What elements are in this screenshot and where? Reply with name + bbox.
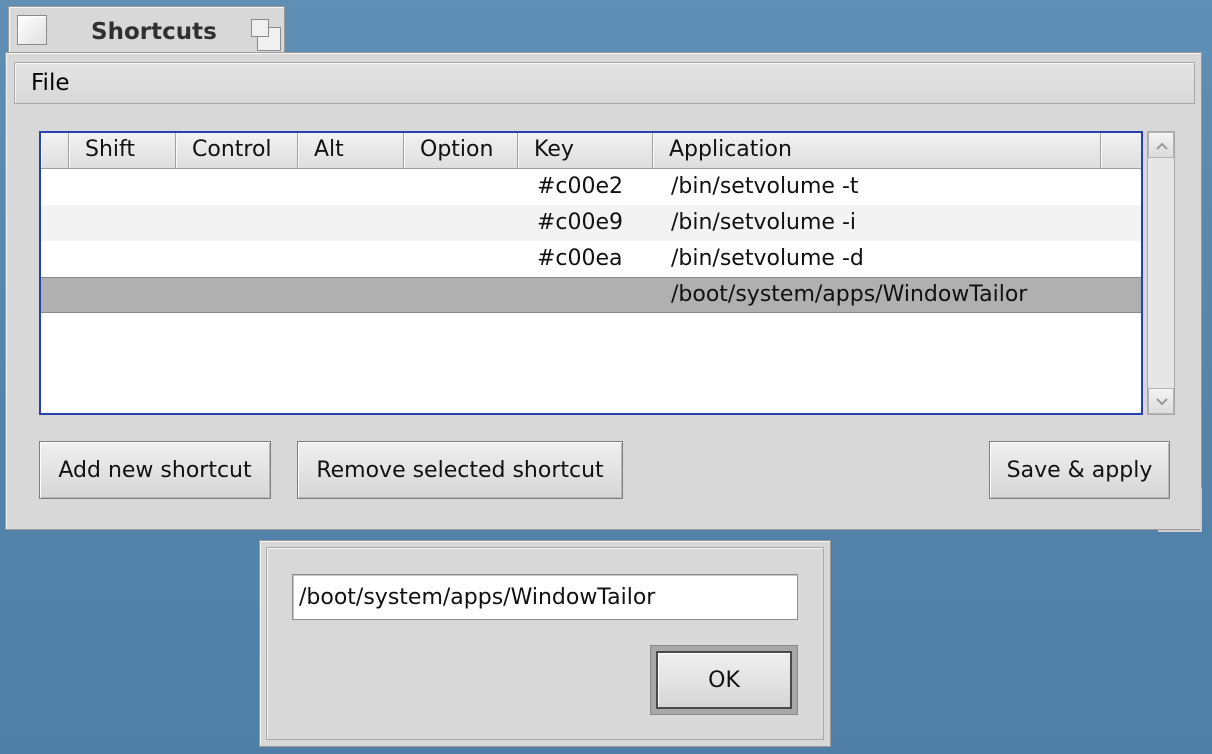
- zoom-box-icon[interactable]: [251, 19, 283, 51]
- cell-application: /bin/setvolume -i: [671, 210, 857, 235]
- shortcuts-list[interactable]: Shift Control Alt Option Key Application…: [39, 131, 1143, 415]
- column-header-shift[interactable]: Shift: [69, 133, 176, 168]
- menu-file[interactable]: File: [31, 72, 70, 95]
- menu-bar: File: [14, 62, 1195, 104]
- window-tab[interactable]: Shortcuts: [8, 6, 285, 54]
- column-header-blank[interactable]: [41, 133, 69, 168]
- cell-key: #c00e9: [537, 210, 624, 235]
- table-row-selected[interactable]: /boot/system/apps/WindowTailor: [41, 277, 1141, 313]
- chevron-up-icon[interactable]: [1148, 132, 1174, 158]
- remove-shortcut-button[interactable]: Remove selected shortcut: [297, 441, 623, 499]
- cell-application: /boot/system/apps/WindowTailor: [671, 282, 1028, 307]
- table-row[interactable]: #c00e2 /bin/setvolume -t: [41, 169, 1141, 205]
- column-header-option[interactable]: Option: [404, 133, 518, 168]
- path-input[interactable]: [292, 574, 798, 620]
- ok-button[interactable]: OK: [656, 651, 792, 709]
- column-header-control[interactable]: Control: [176, 133, 298, 168]
- list-header: Shift Control Alt Option Key Application: [41, 133, 1141, 169]
- add-shortcut-button[interactable]: Add new shortcut: [39, 441, 271, 499]
- chevron-down-icon[interactable]: [1148, 388, 1174, 414]
- window-title: Shortcuts: [91, 19, 217, 45]
- shortcuts-window: File Shift Control Alt Option Key Applic…: [5, 52, 1202, 530]
- column-header-alt[interactable]: Alt: [298, 133, 404, 168]
- vertical-scrollbar[interactable]: [1147, 131, 1175, 415]
- table-row[interactable]: #c00ea /bin/setvolume -d: [41, 241, 1141, 277]
- column-header-filler: [1101, 133, 1141, 168]
- table-row[interactable]: #c00e9 /bin/setvolume -i: [41, 205, 1141, 241]
- background-window-edge: [1158, 530, 1202, 532]
- path-dialog: OK: [259, 540, 831, 747]
- cell-application: /bin/setvolume -t: [671, 174, 859, 199]
- save-apply-button[interactable]: Save & apply: [989, 441, 1170, 499]
- cell-application: /bin/setvolume -d: [671, 246, 864, 271]
- column-header-application[interactable]: Application: [653, 133, 1101, 168]
- cell-key: #c00e2: [537, 174, 624, 199]
- close-box-icon[interactable]: [17, 15, 47, 45]
- background-window-edge: [1200, 488, 1202, 532]
- ok-button-default-frame: OK: [650, 645, 798, 715]
- column-header-key[interactable]: Key: [518, 133, 653, 168]
- cell-key: #c00ea: [537, 246, 623, 271]
